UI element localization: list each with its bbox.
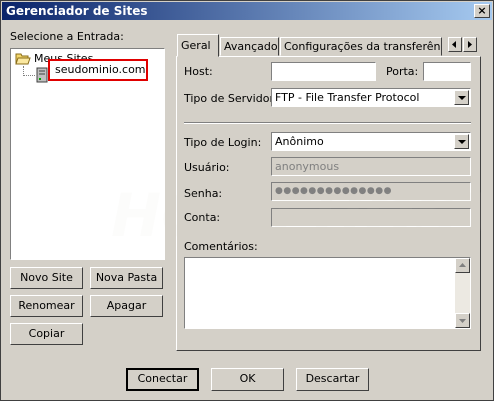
- account-label: Conta:: [184, 211, 221, 224]
- tab-avancado-label: Avançado: [224, 40, 278, 53]
- tree-connector-branch: [23, 75, 35, 77]
- new-folder-button[interactable]: Nova Pasta: [90, 267, 163, 289]
- close-button[interactable]: ×: [474, 4, 490, 18]
- port-input[interactable]: [423, 62, 471, 81]
- connect-button[interactable]: Conectar: [126, 368, 199, 391]
- cancel-button[interactable]: Descartar: [296, 368, 369, 391]
- host-input[interactable]: [271, 62, 376, 81]
- server-type-value: FTP - File Transfer Protocol: [275, 91, 420, 104]
- ok-label: OK: [239, 372, 256, 385]
- ok-button[interactable]: OK: [211, 368, 284, 391]
- arrow-up-icon: [459, 263, 466, 267]
- delete-button[interactable]: Apagar: [90, 295, 163, 317]
- folder-open-icon: [15, 53, 31, 65]
- user-input[interactable]: anonymous: [271, 157, 471, 176]
- tab-scroll-left-button[interactable]: [448, 37, 462, 52]
- arrow-down-icon: [459, 319, 466, 323]
- select-entry-label: Selecione a Entrada:: [10, 30, 124, 43]
- tab-transfer-settings[interactable]: Configurações da transferência: [280, 37, 442, 56]
- comments-textarea[interactable]: [184, 257, 471, 329]
- account-input[interactable]: [271, 208, 471, 227]
- connect-label: Conectar: [137, 372, 188, 385]
- password-label: Senha:: [184, 187, 223, 200]
- login-type-select[interactable]: Anônimo: [271, 132, 471, 151]
- host-label: Host:: [184, 65, 213, 78]
- server-type-select[interactable]: FTP - File Transfer Protocol: [271, 88, 471, 107]
- chevron-down-icon[interactable]: [454, 90, 469, 105]
- rename-button[interactable]: Renomear: [10, 295, 83, 317]
- delete-label: Apagar: [106, 299, 147, 312]
- cancel-label: Descartar: [305, 372, 360, 385]
- tab-avancado[interactable]: Avançado: [220, 37, 279, 56]
- new-site-button[interactable]: Novo Site: [10, 267, 83, 289]
- new-folder-label: Nova Pasta: [95, 271, 158, 284]
- copy-label: Copiar: [28, 327, 65, 340]
- server-icon: [36, 67, 48, 83]
- arrow-right-icon: [468, 41, 472, 48]
- tree-item-seudominio[interactable]: seudominio.com: [55, 63, 146, 77]
- user-label: Usuário:: [184, 161, 230, 174]
- arrow-left-icon: [452, 41, 456, 48]
- port-label: Porta:: [386, 65, 419, 78]
- rename-label: Renomear: [18, 299, 75, 312]
- title-bar[interactable]: Gerenciador de Sites ×: [2, 2, 492, 20]
- new-site-label: Novo Site: [20, 271, 73, 284]
- tab-geral-label: Geral: [181, 39, 211, 52]
- password-input[interactable]: ●●●●●●●●●●●●●●: [271, 182, 471, 201]
- login-type-label: Tipo de Login:: [184, 136, 262, 149]
- scroll-down-button[interactable]: [455, 313, 470, 328]
- site-manager-window: Gerenciador de Sites × Selecione a Entra…: [0, 0, 494, 401]
- scroll-up-button[interactable]: [455, 258, 470, 273]
- server-type-label: Tipo de Servidor:: [184, 92, 278, 105]
- tab-geral[interactable]: Geral: [177, 34, 219, 57]
- window-title: Gerenciador de Sites: [6, 4, 148, 18]
- tab-transfer-label: Configurações da transferência: [284, 40, 442, 53]
- close-icon: ×: [477, 4, 487, 17]
- tab-scroll-right-button[interactable]: [463, 37, 477, 52]
- copy-button[interactable]: Copiar: [10, 323, 83, 345]
- chevron-down-icon[interactable]: [454, 134, 469, 149]
- form-divider: [184, 122, 471, 124]
- login-type-value: Anônimo: [275, 135, 324, 148]
- comments-label: Comentários:: [184, 240, 258, 253]
- selected-site-highlight[interactable]: seudominio.com: [48, 59, 148, 81]
